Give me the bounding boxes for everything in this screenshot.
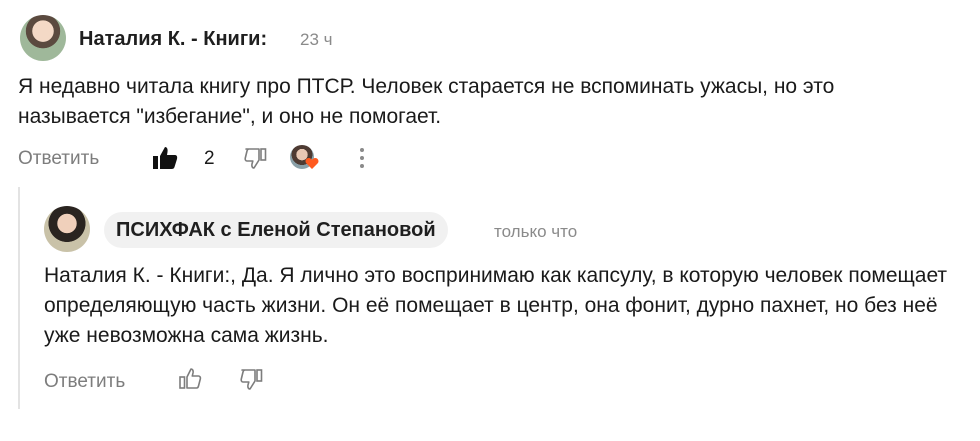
reply-button[interactable]: Ответить	[44, 371, 125, 393]
thumbs-up-filled-icon[interactable]	[152, 146, 178, 170]
more-options-icon[interactable]	[358, 147, 366, 169]
comment-timestamp: 23 ч	[300, 30, 333, 49]
avatar[interactable]	[44, 206, 90, 252]
thumbs-down-icon[interactable]	[240, 368, 264, 391]
like-count: 2	[204, 148, 215, 169]
avatar[interactable]	[20, 15, 66, 61]
comment-timestamp: только что	[494, 222, 578, 241]
comment-text: Наталия К. - Книги:, Да. Я лично это вос…	[44, 264, 948, 347]
thumbs-down-icon[interactable]	[244, 147, 268, 170]
thread-line	[18, 187, 20, 409]
reply-button[interactable]: Ответить	[18, 148, 99, 170]
comment-text: Я недавно читала книгу про ПТСР. Человек…	[18, 75, 835, 128]
heart-icon	[305, 158, 319, 169]
comment-author[interactable]: Наталия К. - Книги:	[79, 28, 267, 51]
thumbs-up-icon[interactable]	[178, 367, 202, 390]
comment-author[interactable]: ПСИХФАК с Еленой Степановой	[104, 212, 448, 248]
